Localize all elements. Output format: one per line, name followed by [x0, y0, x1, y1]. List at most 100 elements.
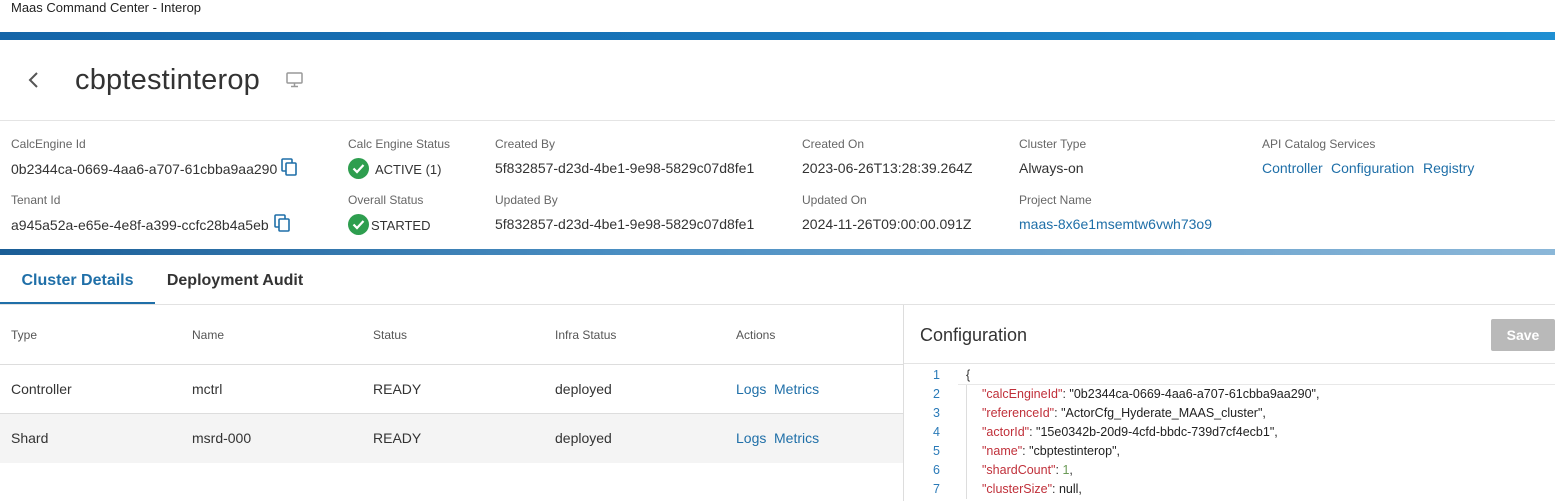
json-key: "name"	[982, 444, 1023, 458]
calc-engine-id-value: 0b2344ca-0669-4aa6-a707-61cbba9aa290	[11, 161, 278, 177]
code-line: 4 "actorId": "15e0342b-20d9-4cfd-bbdc-73…	[904, 423, 1555, 442]
code-line: 2 "calcEngineId": "0b2344ca-0669-4aa6-a7…	[904, 385, 1555, 404]
cell-infra-status: deployed	[555, 430, 612, 446]
tab-deployment-audit[interactable]: Deployment Audit	[155, 256, 315, 305]
json-value: "15e0342b-20d9-4cfd-bbdc-739d7cf4ecb1",	[1036, 425, 1278, 439]
column-header-infra-status: Infra Status	[555, 328, 617, 342]
updated-by-label: Updated By	[495, 193, 558, 207]
json-value: null,	[1058, 482, 1082, 496]
configuration-title: Configuration	[920, 325, 1028, 345]
cell-name: msrd-000	[192, 430, 252, 446]
cell-infra-status: deployed	[555, 381, 612, 397]
created-on-label: Created On	[802, 137, 865, 151]
created-by-value: 5f832857-d23d-4be1-9e98-5829c07d8fe1	[495, 160, 755, 176]
section-divider	[0, 249, 1555, 255]
indent-guide	[966, 423, 967, 442]
line-number: 5	[933, 444, 940, 458]
code-text: "name": "cbptestinterop",	[982, 444, 1120, 458]
app-title: Maas Command Center - Interop	[11, 0, 202, 15]
updated-on-value: 2024-11-26T09:00:00.091Z	[802, 216, 972, 232]
updated-on-label: Updated On	[802, 193, 867, 207]
metrics-link[interactable]: Metrics	[774, 365, 819, 414]
json-key: "shardCount"	[982, 463, 1056, 477]
copy-calc-engine-id-icon[interactable]	[280, 158, 298, 176]
code-text: "actorId": "15e0342b-20d9-4cfd-bbdc-739d…	[982, 425, 1278, 439]
copy-tenant-id-icon[interactable]	[273, 214, 291, 232]
tenant-id-label: Tenant Id	[11, 193, 61, 207]
indent-guide	[966, 404, 967, 423]
json-key: "calcEngineId"	[982, 387, 1063, 401]
calc-engine-id-label: CalcEngine Id	[11, 137, 86, 151]
code-line: 3 "referenceId": "ActorCfg_Hyderate_MAAS…	[904, 404, 1555, 423]
column-header-type: Type	[11, 328, 38, 342]
metrics-link[interactable]: Metrics	[774, 414, 819, 463]
json-key: "clusterSize"	[982, 482, 1053, 496]
configuration-panel: Configuration Save 1 { 2 "calcEngineId":…	[903, 305, 1555, 501]
api-catalog-label: API Catalog Services	[1262, 137, 1376, 151]
code-text: "referenceId": "ActorCfg_Hyderate_MAAS_c…	[982, 406, 1266, 420]
top-accent-bar	[0, 32, 1555, 40]
monitor-icon[interactable]	[284, 70, 306, 90]
cell-type: Controller	[11, 381, 72, 397]
code-line: 1 {	[904, 366, 1555, 385]
json-key: "referenceId"	[982, 406, 1055, 420]
code-line: 5 "name": "cbptestinterop",	[904, 442, 1555, 461]
code-text: {	[966, 368, 971, 382]
column-header-actions: Actions	[736, 328, 776, 342]
code-line: 6 "shardCount": 1,	[904, 461, 1555, 480]
line-number: 4	[933, 425, 940, 439]
overall-status-label: Overall Status	[348, 193, 424, 207]
logs-link[interactable]: Logs	[736, 365, 766, 414]
json-value: "cbptestinterop",	[1029, 444, 1120, 458]
api-controller-link[interactable]: Controller	[1262, 160, 1323, 176]
indent-guide	[966, 461, 967, 480]
json-value: "0b2344ca-0669-4aa6-a707-61cbba9aa290",	[1069, 387, 1320, 401]
json-value: "ActorCfg_Hyderate_MAAS_cluster",	[1061, 406, 1266, 420]
project-name-label: Project Name	[1019, 193, 1092, 207]
cluster-type-value: Always-on	[1019, 160, 1084, 176]
cell-status: READY	[373, 381, 422, 397]
page-title: cbptestinterop	[75, 64, 260, 96]
line-number: 6	[933, 463, 940, 477]
cell-type: Shard	[11, 430, 49, 446]
back-button[interactable]	[22, 66, 46, 94]
back-chevron-icon	[28, 72, 38, 88]
logs-link[interactable]: Logs	[736, 414, 766, 463]
cluster-table: Type Name Status Infra Status Actions Co…	[0, 305, 903, 501]
cluster-type-label: Cluster Type	[1019, 137, 1087, 151]
updated-by-value: 5f832857-d23d-4be1-9e98-5829c07d8fe1	[495, 216, 755, 232]
created-by-label: Created By	[495, 137, 556, 151]
json-punctuation: ,	[1069, 463, 1073, 477]
indent-guide	[966, 442, 967, 461]
tenant-id-value: a945a52a-e65e-4e8f-a399-ccfc28b4a5eb	[11, 217, 269, 233]
line-number: 7	[933, 482, 940, 496]
overall-status-value: STARTED	[371, 218, 431, 233]
line-number: 3	[933, 406, 940, 420]
code-text: "clusterSize": null,	[982, 482, 1082, 496]
indent-guide	[966, 480, 967, 499]
column-header-status: Status	[373, 328, 408, 342]
json-editor[interactable]: 1 { 2 "calcEngineId": "0b2344ca-0669-4aa…	[904, 366, 1555, 501]
created-on-value: 2023-06-26T13:28:39.264Z	[802, 160, 973, 176]
project-name-link[interactable]: maas-8x6e1msemtw6vwh73o9	[1019, 216, 1212, 232]
code-text: "shardCount": 1,	[982, 463, 1073, 477]
column-header-name: Name	[192, 328, 225, 342]
calc-engine-status-value: ACTIVE (1)	[375, 162, 442, 177]
configuration-divider	[904, 363, 1555, 364]
calc-engine-status-label: Calc Engine Status	[348, 137, 451, 151]
code-line: 7 "clusterSize": null,	[904, 480, 1555, 499]
cell-name: mctrl	[192, 381, 223, 397]
save-button[interactable]: Save	[1491, 319, 1555, 351]
check-circle-icon	[348, 214, 369, 235]
table-row: Shard msrd-000 READY deployed Logs Metri…	[0, 414, 903, 463]
tab-cluster-details[interactable]: Cluster Details	[0, 256, 155, 305]
check-circle-icon	[348, 158, 369, 179]
api-configuration-link[interactable]: Configuration	[1331, 160, 1414, 176]
line-number: 1	[933, 368, 940, 382]
api-registry-link[interactable]: Registry	[1423, 160, 1474, 176]
json-key: "actorId"	[982, 425, 1030, 439]
code-text: "calcEngineId": "0b2344ca-0669-4aa6-a707…	[982, 387, 1320, 401]
indent-guide	[966, 385, 967, 404]
cell-status: READY	[373, 430, 422, 446]
line-number: 2	[933, 387, 940, 401]
